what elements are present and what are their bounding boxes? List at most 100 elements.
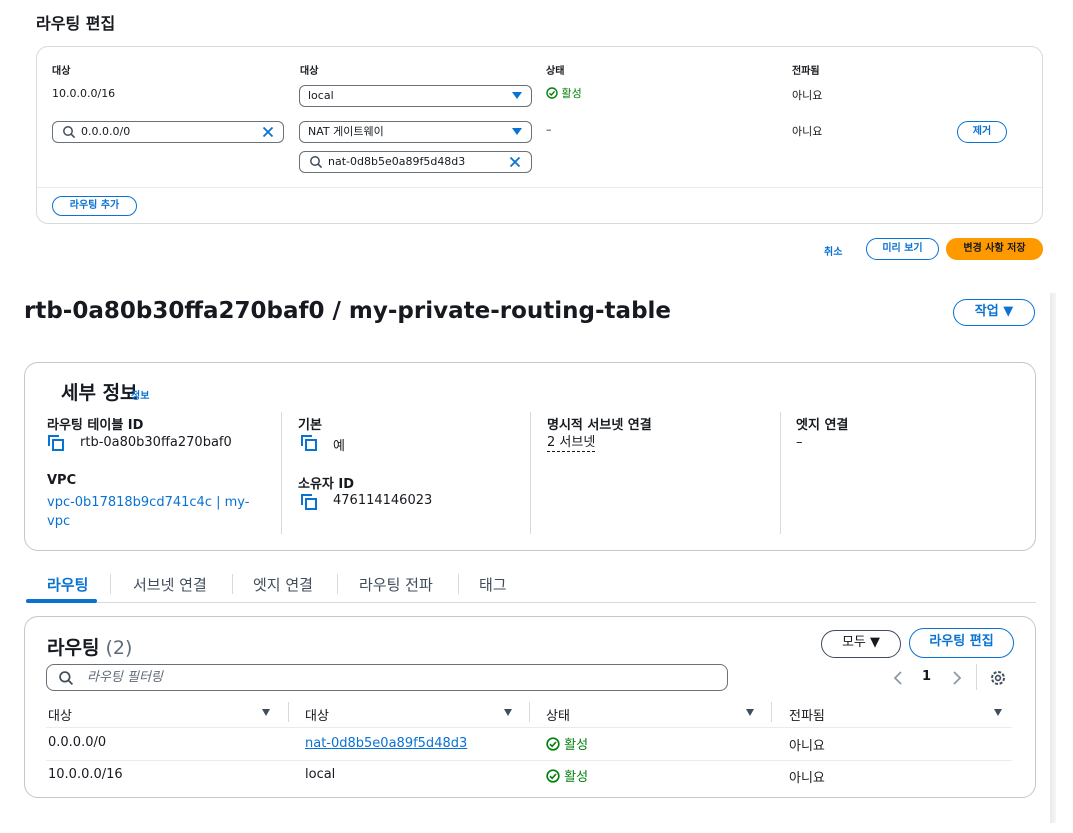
routes-heading-text: 라우팅 <box>47 637 100 659</box>
add-route-button[interactable]: 라우팅 추가 <box>52 196 137 216</box>
col-target[interactable]: 대상 <box>305 705 329 724</box>
edit-row2-target-select[interactable]: NAT 게이트웨이 <box>299 121 532 143</box>
vpc-link-line2: vpc <box>47 514 71 529</box>
edit-row2-destination-input[interactable]: 0.0.0.0/0 <box>52 121 284 143</box>
edit-col-destination: 대상 <box>52 66 71 77</box>
main-label: 기본 <box>298 418 322 433</box>
search-icon <box>59 671 74 686</box>
tab-edge-associations[interactable]: 엣지 연결 <box>253 574 313 595</box>
pagination-divider <box>976 664 977 690</box>
route-row1-propagated: 아니요 <box>789 739 825 754</box>
edit-row1-status: 활성 <box>546 85 582 101</box>
save-changes-button[interactable]: 변경 사항 저장 <box>946 238 1043 260</box>
vpc-label: VPC <box>47 473 77 488</box>
tab-routes[interactable]: 라우팅 <box>47 574 88 595</box>
chevron-left-icon[interactable] <box>892 670 904 686</box>
edit-routes-title: 라우팅 편집 <box>36 14 116 33</box>
routes-count: (2) <box>105 637 133 659</box>
details-heading: 세부 정보 <box>61 382 138 404</box>
vpc-link-line1: vpc-0b17818b9cd741c4c | my- <box>47 495 250 510</box>
caret-down-icon <box>512 92 522 99</box>
tab-tags[interactable]: 태그 <box>479 574 507 595</box>
edit-row2-target-search-input[interactable]: nat-0d8b5e0a89f5d48d3 <box>299 151 532 173</box>
copy-icon[interactable] <box>300 493 318 511</box>
caret-down-icon <box>512 128 522 135</box>
column-divider <box>529 702 530 722</box>
filter-dropdown-value: 모두 ▼ <box>841 635 881 650</box>
edit-row2-status: – <box>546 123 552 136</box>
cancel-button[interactable]: 취소 <box>824 243 842 258</box>
routes-heading: 라우팅 (2) <box>47 633 132 660</box>
status-label: 활성 <box>564 770 589 785</box>
column-divider <box>771 702 772 722</box>
tab-divider <box>458 574 459 594</box>
status-label: 활성 <box>564 738 589 753</box>
check-circle-icon <box>546 737 560 751</box>
owner-id-label: 소유자 ID <box>298 477 355 492</box>
table-header-divider <box>46 727 1012 728</box>
input-value: 0.0.0.0/0 <box>81 125 131 138</box>
route-row2-status: 활성 <box>546 766 588 785</box>
edit-row1-destination: 10.0.0.0/16 <box>52 87 116 100</box>
route-row1-status: 활성 <box>546 734 588 753</box>
route-row1-destination: 0.0.0.0/0 <box>48 735 107 750</box>
sort-icon[interactable] <box>262 709 270 716</box>
chevron-right-icon[interactable] <box>951 670 963 686</box>
actions-button[interactable]: 작업 ▼ <box>953 299 1035 326</box>
edit-col-target: 대상 <box>300 66 319 77</box>
search-icon <box>63 126 76 139</box>
main-value: 예 <box>333 439 345 454</box>
owner-id-value: 476114146023 <box>333 493 433 508</box>
edge-association-label: 엣지 연결 <box>796 418 849 433</box>
edit-row1-target-select[interactable]: local <box>299 85 532 107</box>
edit-col-propagated: 전파됨 <box>792 66 820 77</box>
clear-icon[interactable] <box>261 125 275 139</box>
tabs-underline <box>26 602 1036 603</box>
status-label: 활성 <box>561 87 582 100</box>
tab-subnet-associations[interactable]: 서브넷 연결 <box>133 574 207 595</box>
col-destination[interactable]: 대상 <box>48 705 72 724</box>
select-value: NAT 게이트웨이 <box>308 125 384 138</box>
input-value: nat-0d8b5e0a89f5d48d3 <box>328 155 466 168</box>
routes-filter-input[interactable]: 라우팅 필터링 <box>46 664 728 691</box>
vpc-link[interactable]: vpc-0b17818b9cd741c4c | my- vpc <box>47 493 277 531</box>
check-circle-icon <box>546 87 558 99</box>
edit-col-status: 상태 <box>546 66 565 77</box>
filter-dropdown[interactable]: 모두 ▼ <box>821 630 901 658</box>
tab-route-propagation[interactable]: 라우팅 전파 <box>359 574 433 595</box>
route-row1-target-link[interactable]: nat-0d8b5e0a89f5d48d3 <box>305 734 467 753</box>
edge-association-value: – <box>796 435 803 450</box>
col-status[interactable]: 상태 <box>546 705 570 724</box>
route-row2-destination: 10.0.0.0/16 <box>48 767 123 782</box>
route-row2-target: local <box>305 767 336 782</box>
active-tab-indicator <box>26 599 97 603</box>
info-link[interactable]: 정보 <box>131 387 149 402</box>
col-propagated[interactable]: 전파됨 <box>789 705 825 724</box>
tab-divider <box>232 574 233 594</box>
edit-row2-propagated: 아니요 <box>792 125 823 138</box>
preview-button[interactable]: 미리 보기 <box>866 238 939 260</box>
route-row2-propagated: 아니요 <box>789 771 825 786</box>
route-table-id-value: rtb-0a80b30ffa270baf0 <box>80 435 232 450</box>
sort-icon[interactable] <box>994 709 1002 716</box>
route-table-id-label: 라우팅 테이블 ID <box>47 418 144 433</box>
page-number[interactable]: 1 <box>922 669 931 684</box>
copy-icon[interactable] <box>47 434 65 452</box>
explicit-subnet-value[interactable]: 2 서브넷 <box>547 435 596 452</box>
filter-placeholder: 라우팅 필터링 <box>87 670 163 685</box>
tab-divider <box>337 574 338 594</box>
column-divider <box>530 412 531 534</box>
sort-icon[interactable] <box>504 709 512 716</box>
gear-icon[interactable] <box>989 669 1007 687</box>
search-icon <box>310 156 323 169</box>
scrollbar-track <box>1050 293 1056 823</box>
column-divider <box>281 412 282 534</box>
edit-routes-button[interactable]: 라우팅 편집 <box>909 628 1014 658</box>
clear-icon[interactable] <box>508 155 522 169</box>
copy-icon[interactable] <box>300 434 318 452</box>
check-circle-icon <box>546 769 560 783</box>
select-value: local <box>308 89 334 102</box>
column-divider <box>780 412 781 534</box>
sort-icon[interactable] <box>746 709 754 716</box>
remove-button[interactable]: 제거 <box>957 121 1007 143</box>
